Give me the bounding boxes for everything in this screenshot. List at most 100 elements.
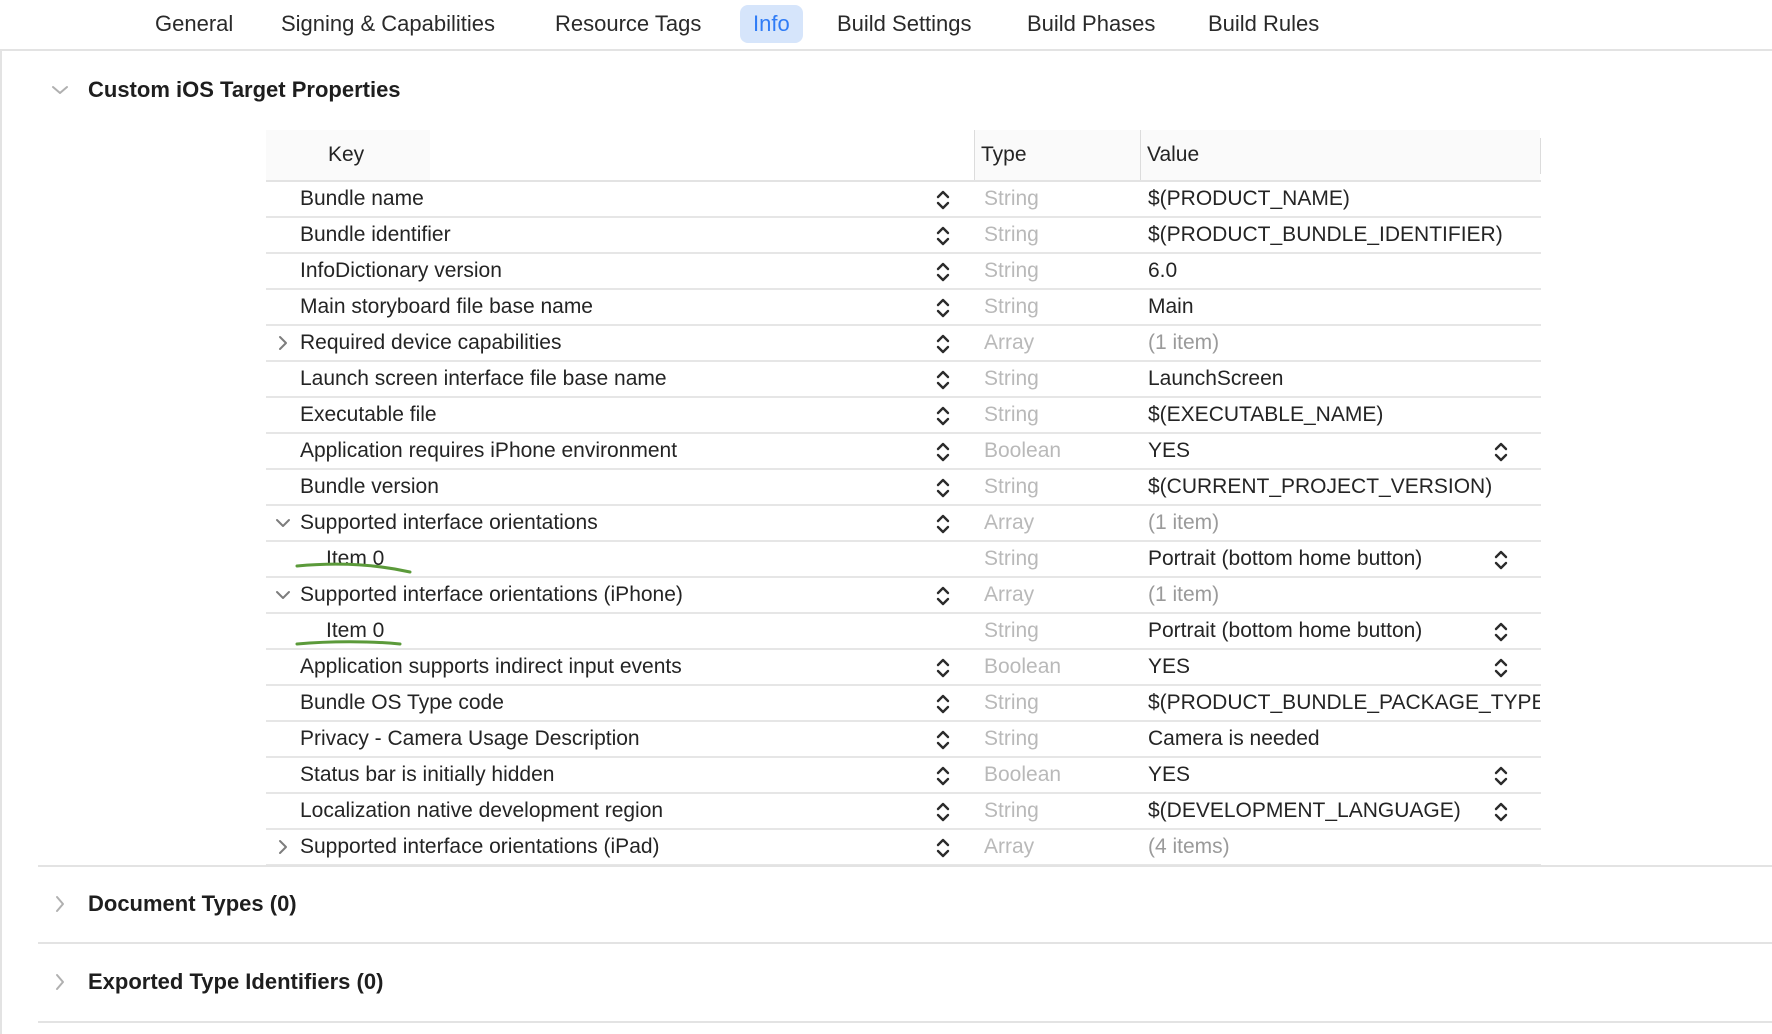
key-stepper-icon[interactable] (934, 691, 952, 717)
row-value[interactable]: Portrait (bottom home button) (1148, 542, 1540, 576)
row-key[interactable]: Launch screen interface file base name (300, 362, 900, 396)
section-exported-type-identifiers[interactable]: Exported Type Identifiers (0) (0, 962, 1772, 1002)
row-value[interactable]: (4 items) (1148, 830, 1540, 864)
row-key[interactable]: Privacy - Camera Usage Description (300, 722, 900, 756)
row-value[interactable]: LaunchScreen (1148, 362, 1540, 396)
row-type[interactable]: Boolean (984, 650, 1134, 684)
chevron-down-icon[interactable] (50, 80, 70, 100)
table-row[interactable]: Bundle version String $(CURRENT_PROJECT_VE… (266, 470, 1541, 506)
tab-general[interactable]: General (142, 5, 246, 43)
table-row[interactable]: Main storyboard file base name String Main (266, 290, 1541, 326)
table-row[interactable]: Item 0 String Portrait (bottom home button… (266, 614, 1541, 650)
row-key[interactable]: Main storyboard file base name (300, 290, 900, 324)
key-stepper-icon[interactable] (934, 187, 952, 213)
column-header-value[interactable]: Value (1140, 130, 1540, 180)
row-key[interactable]: Required device capabilities (300, 326, 900, 360)
row-type[interactable]: Array (984, 506, 1134, 540)
key-stepper-icon[interactable] (934, 223, 952, 249)
table-row[interactable]: InfoDictionary version String 6.0 (266, 254, 1541, 290)
row-type[interactable]: Array (984, 578, 1134, 612)
row-key[interactable]: Supported interface orientations (300, 506, 900, 540)
table-row[interactable]: Status bar is initially hidden Boolean YES (266, 758, 1541, 794)
table-row[interactable]: Privacy - Camera Usage Description String… (266, 722, 1541, 758)
key-stepper-icon[interactable] (934, 475, 952, 501)
row-type[interactable]: Boolean (984, 758, 1134, 792)
row-value[interactable]: Portrait (bottom home button) (1148, 614, 1540, 648)
row-type[interactable]: String (984, 542, 1134, 576)
row-type[interactable]: String (984, 722, 1134, 756)
key-stepper-icon[interactable] (934, 799, 952, 825)
value-popup-stepper-icon[interactable] (1492, 763, 1510, 789)
row-key[interactable]: Bundle identifier (300, 218, 900, 252)
table-row[interactable]: Localization native development region St… (266, 794, 1541, 830)
row-type[interactable]: String (984, 470, 1134, 504)
value-popup-stepper-icon[interactable] (1492, 439, 1510, 465)
row-key[interactable]: InfoDictionary version (300, 254, 900, 288)
table-row[interactable]: Launch screen interface file base name St… (266, 362, 1541, 398)
row-key[interactable]: Bundle version (300, 470, 900, 504)
row-value[interactable]: Camera is needed (1148, 722, 1540, 756)
row-value[interactable]: (1 item) (1148, 578, 1540, 612)
column-header-type[interactable]: Type (974, 130, 1140, 180)
row-type[interactable]: String (984, 686, 1134, 720)
key-stepper-icon[interactable] (934, 511, 952, 537)
key-stepper-icon[interactable] (934, 295, 952, 321)
key-stepper-icon[interactable] (934, 367, 952, 393)
row-value[interactable]: 6.0 (1148, 254, 1540, 288)
row-value[interactable]: Main (1148, 290, 1540, 324)
value-popup-stepper-icon[interactable] (1492, 547, 1510, 573)
table-row[interactable]: Application requires iPhone environment B… (266, 434, 1541, 470)
row-value[interactable]: YES (1148, 434, 1540, 468)
row-type[interactable]: String (984, 182, 1134, 216)
row-key[interactable]: Localization native development region (300, 794, 900, 828)
row-type[interactable]: String (984, 218, 1134, 252)
table-row[interactable]: Supported interface orientations (iPhone… (266, 578, 1541, 614)
row-type[interactable]: String (984, 614, 1134, 648)
key-stepper-icon[interactable] (934, 403, 952, 429)
chevron-right-icon[interactable] (274, 838, 292, 856)
chevron-down-icon[interactable] (274, 514, 292, 532)
value-popup-stepper-icon[interactable] (1492, 655, 1510, 681)
chevron-right-icon[interactable] (274, 334, 292, 352)
table-row[interactable]: Bundle OS Type code String $(PRODUCT_BUNDL… (266, 686, 1541, 722)
row-type[interactable]: Boolean (984, 434, 1134, 468)
row-key[interactable]: Application requires iPhone environment (300, 434, 900, 468)
table-row[interactable]: Item 0 String Portrait (bottom home button… (266, 542, 1541, 578)
key-stepper-icon[interactable] (934, 655, 952, 681)
chevron-down-icon[interactable] (274, 586, 292, 604)
row-type[interactable]: Array (984, 830, 1134, 864)
key-stepper-icon[interactable] (934, 439, 952, 465)
key-stepper-icon[interactable] (934, 331, 952, 357)
row-key[interactable]: Executable file (300, 398, 900, 432)
chevron-right-icon[interactable] (50, 972, 70, 992)
table-row[interactable]: Bundle identifier String $(PRODUCT_BUNDLE_… (266, 218, 1541, 254)
row-value[interactable]: $(PRODUCT_BUNDLE_PACKAGE_TYPE) (1148, 686, 1540, 720)
table-row[interactable]: Executable file String $(EXECUTABLE_NAME) (266, 398, 1541, 434)
row-value[interactable]: YES (1148, 758, 1540, 792)
key-stepper-icon[interactable] (934, 835, 952, 861)
table-row[interactable]: Supported interface orientations Array (1 … (266, 506, 1541, 542)
row-value[interactable]: $(EXECUTABLE_NAME) (1148, 398, 1540, 432)
row-value[interactable]: $(PRODUCT_NAME) (1148, 182, 1540, 216)
row-type[interactable]: String (984, 254, 1134, 288)
tab-build-settings[interactable]: Build Settings (824, 5, 985, 43)
table-row[interactable]: Required device capabilities Array (1 item… (266, 326, 1541, 362)
section-custom-ios-target-properties[interactable]: Custom iOS Target Properties (0, 70, 1772, 110)
tab-info[interactable]: Info (740, 5, 803, 43)
column-header-key[interactable]: Key (266, 130, 430, 180)
key-stepper-icon[interactable] (934, 259, 952, 285)
row-type[interactable]: String (984, 794, 1134, 828)
row-type[interactable]: String (984, 290, 1134, 324)
tab-signing-capabilities[interactable]: Signing & Capabilities (268, 5, 508, 43)
table-row[interactable]: Supported interface orientations (iPad) A… (266, 830, 1541, 866)
row-value[interactable]: $(PRODUCT_BUNDLE_IDENTIFIER) (1148, 218, 1540, 252)
row-key[interactable]: Status bar is initially hidden (300, 758, 900, 792)
value-popup-stepper-icon[interactable] (1492, 619, 1510, 645)
row-key[interactable]: Supported interface orientations (iPad) (300, 830, 900, 864)
row-key[interactable]: Bundle name (300, 182, 900, 216)
chevron-right-icon[interactable] (50, 894, 70, 914)
value-popup-stepper-icon[interactable] (1492, 799, 1510, 825)
row-key[interactable]: Bundle OS Type code (300, 686, 900, 720)
row-type[interactable]: String (984, 362, 1134, 396)
row-value[interactable]: (1 item) (1148, 506, 1540, 540)
